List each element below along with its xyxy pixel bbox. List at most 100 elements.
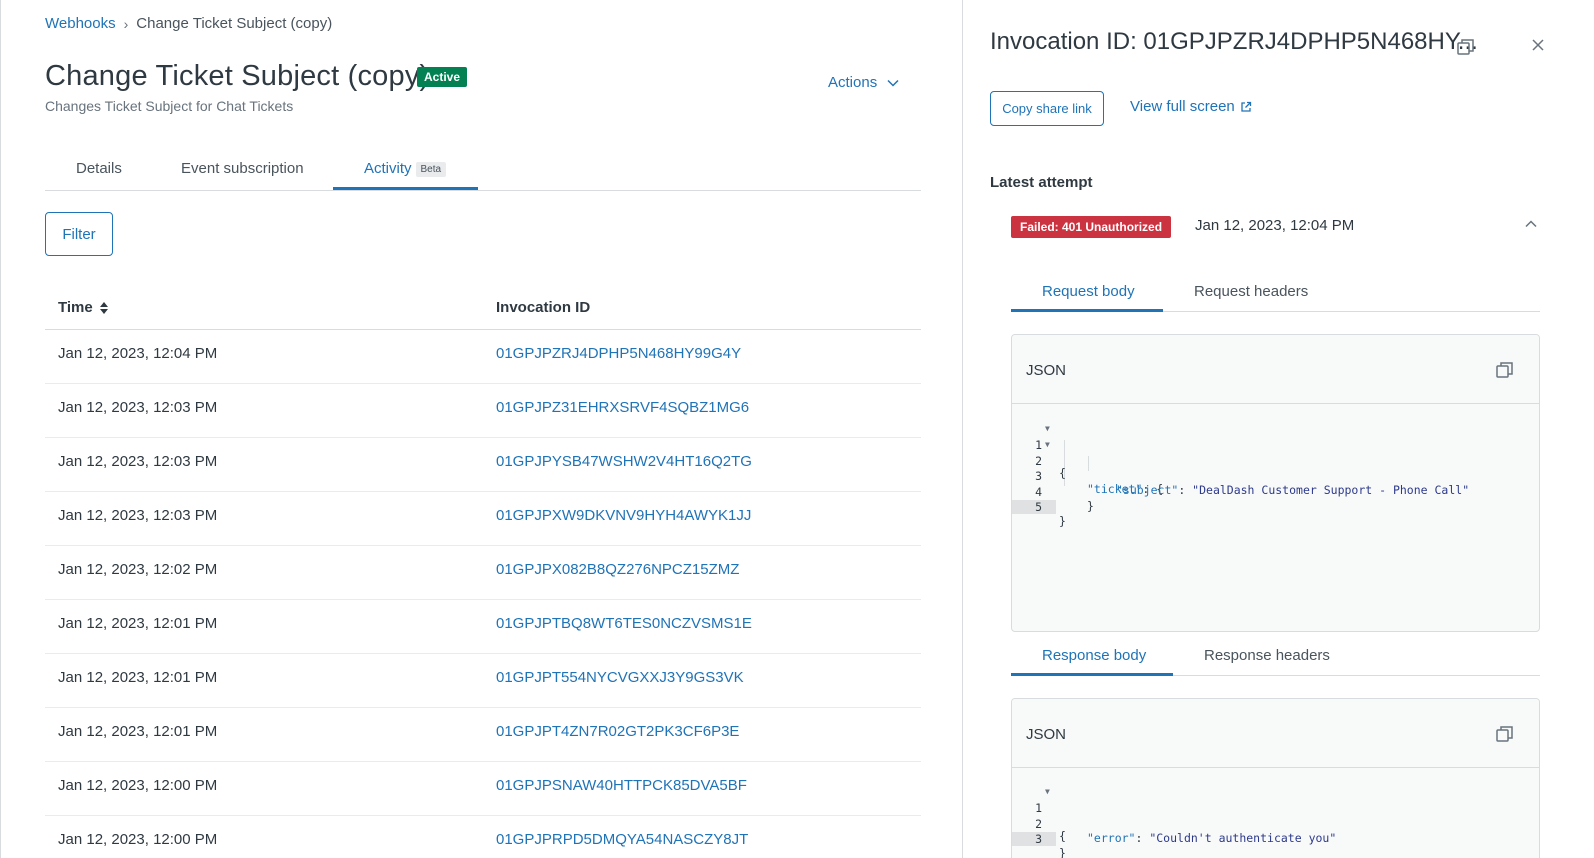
close-icon[interactable] xyxy=(1531,38,1545,52)
external-link-icon xyxy=(1241,101,1251,112)
row-time: Jan 12, 2023, 12:01 PM xyxy=(58,723,218,740)
status-badge: Active xyxy=(417,67,468,87)
row-invocation-link[interactable]: 01GPJPSNAW40HTTPCK85DVA5BF xyxy=(496,777,747,794)
latest-attempt-heading: Latest attempt xyxy=(990,174,1093,191)
table-row[interactable]: Jan 12, 2023, 12:00 PM 01GPJPRPD5DMQYA54N… xyxy=(45,816,921,858)
row-time: Jan 12, 2023, 12:01 PM xyxy=(58,615,218,632)
code-text: } xyxy=(1059,514,1066,528)
page-subtitle: Changes Ticket Subject for Chat Tickets xyxy=(45,98,294,114)
row-invocation-link[interactable]: 01GPJPZRJ4DPHP5N468HY99G4Y xyxy=(496,345,741,362)
tab-response-body[interactable]: Response body xyxy=(1042,647,1146,664)
request-tab-indicator xyxy=(1011,309,1163,312)
row-invocation-link[interactable]: 01GPJPZ31EHRXSRVF4SQBZ1MG6 xyxy=(496,399,749,416)
main-content: Webhooks › Change Ticket Subject (copy) … xyxy=(0,0,962,858)
row-time: Jan 12, 2023, 12:03 PM xyxy=(58,453,218,470)
code-language-label: JSON xyxy=(1026,726,1067,743)
row-time: Jan 12, 2023, 12:00 PM xyxy=(58,831,218,848)
table-row[interactable]: Jan 12, 2023, 12:01 PM 01GPJPT554NYCVGXXJ… xyxy=(45,654,921,708)
row-time: Jan 12, 2023, 12:00 PM xyxy=(58,777,218,794)
request-tab-bar: Request body Request headers xyxy=(1011,272,1540,312)
activity-table: Time Invocation ID Jan 12, 2023, 12:04 P… xyxy=(45,288,921,858)
code-line: 4 } xyxy=(1012,471,1539,513)
table-row[interactable]: Jan 12, 2023, 12:00 PM 01GPJPSNAW40HTTPCK… xyxy=(45,762,921,816)
copy-icon[interactable] xyxy=(1496,725,1514,743)
attempt-status-badge: Failed: 401 Unauthorized xyxy=(1011,216,1172,238)
breadcrumb-separator-icon: › xyxy=(123,15,129,32)
table-row[interactable]: Jan 12, 2023, 12:03 PM 01GPJPYSB47WSHW2V4… xyxy=(45,438,921,492)
tab-details[interactable]: Details xyxy=(76,160,122,177)
tab-request-body[interactable]: Request body xyxy=(1042,283,1135,300)
time-column-header[interactable]: Time xyxy=(58,299,109,316)
chevron-down-icon xyxy=(887,79,899,87)
row-invocation-link[interactable]: 01GPJPT554NYCVGXXJ3Y9GS3VK xyxy=(496,669,744,686)
code-line: 5 } xyxy=(1012,486,1539,528)
sort-icon[interactable] xyxy=(99,301,109,315)
actions-menu-button[interactable]: Actions xyxy=(828,74,899,91)
row-time: Jan 12, 2023, 12:02 PM xyxy=(58,561,218,578)
line-number: 3 xyxy=(1012,832,1056,846)
copy-icon[interactable] xyxy=(1457,38,1475,56)
table-row[interactable]: Jan 12, 2023, 12:01 PM 01GPJPTBQ8WT6TES0N… xyxy=(45,600,921,654)
row-time: Jan 12, 2023, 12:01 PM xyxy=(58,669,218,686)
code-header: JSON xyxy=(1012,699,1539,768)
code-body: 1 ▼ { 2 "error": "Couldn't authenticate … xyxy=(1012,768,1539,858)
page-title: Change Ticket Subject (copy) xyxy=(45,60,430,92)
tab-request-headers[interactable]: Request headers xyxy=(1194,283,1308,300)
view-full-screen-label: View full screen xyxy=(1130,98,1235,115)
copy-icon[interactable] xyxy=(1496,361,1514,379)
tab-event-subscription[interactable]: Event subscription xyxy=(181,160,304,177)
row-invocation-link[interactable]: 01GPJPTBQ8WT6TES0NCZVSMS1E xyxy=(496,615,752,632)
row-time: Jan 12, 2023, 12:03 PM xyxy=(58,399,218,416)
table-row[interactable]: Jan 12, 2023, 12:04 PM 01GPJPZRJ4DPHP5N46… xyxy=(45,330,921,384)
copy-share-link-button[interactable]: Copy share link xyxy=(990,91,1104,126)
breadcrumb: Webhooks › Change Ticket Subject (copy) xyxy=(45,15,332,32)
fold-arrow-icon[interactable]: ▼ xyxy=(1045,440,1050,449)
row-time: Jan 12, 2023, 12:04 PM xyxy=(58,345,218,362)
table-row[interactable]: Jan 12, 2023, 12:03 PM 01GPJPZ31EHRXSRVF4… xyxy=(45,384,921,438)
request-body-viewer: JSON 1 ▼ { 2 ▼ "ticket": { 3 "subject": … xyxy=(1011,334,1540,632)
table-row[interactable]: Jan 12, 2023, 12:01 PM 01GPJPT4ZN7R02GT2P… xyxy=(45,708,921,762)
code-line: 3 "subject": "DealDash Customer Support … xyxy=(1012,455,1539,497)
code-language-label: JSON xyxy=(1026,362,1067,379)
beta-badge: Beta xyxy=(415,161,447,177)
tab-activity[interactable]: Activity Beta xyxy=(364,160,447,177)
chevron-up-icon[interactable] xyxy=(1525,220,1537,228)
tab-bar: Details Event subscription Activity Beta xyxy=(45,150,921,191)
code-line: 3 } xyxy=(1012,818,1539,858)
invocation-title: Invocation ID: 01GPJPZRJ4DPHP5N468HY... xyxy=(990,28,1478,55)
invocation-detail-panel: Invocation ID: 01GPJPZRJ4DPHP5N468HY... … xyxy=(963,0,1594,858)
view-full-screen-link[interactable]: View full screen xyxy=(1130,98,1252,115)
code-line: 2 "error": "Couldn't authenticate you" xyxy=(1012,803,1539,845)
line-number: 5 xyxy=(1012,500,1056,514)
filter-button[interactable]: Filter xyxy=(45,212,113,256)
table-row[interactable]: Jan 12, 2023, 12:03 PM 01GPJPXW9DKVNV9HYH… xyxy=(45,492,921,546)
response-tab-indicator xyxy=(1011,673,1173,676)
tab-activity-label: Activity xyxy=(364,160,412,177)
response-body-viewer: JSON 1 ▼ { 2 "error": "Couldn't authenti… xyxy=(1011,698,1540,858)
time-column-label: Time xyxy=(58,299,93,316)
row-invocation-link[interactable]: 01GPJPX082B8QZ276NPCZ15ZMZ xyxy=(496,561,739,578)
code-header: JSON xyxy=(1012,335,1539,404)
code-line: 2 ▼ "ticket": { xyxy=(1012,440,1539,496)
breadcrumb-current: Change Ticket Subject (copy) xyxy=(136,15,333,32)
table-row[interactable]: Jan 12, 2023, 12:02 PM 01GPJPX082B8QZ276N… xyxy=(45,546,921,600)
row-invocation-link[interactable]: 01GPJPRPD5DMQYA54NASCZY8JT xyxy=(496,831,748,848)
code-line: 1 ▼ { xyxy=(1012,787,1539,843)
fold-arrow-icon[interactable]: ▼ xyxy=(1045,424,1050,433)
response-tab-bar: Response body Response headers xyxy=(1011,636,1540,676)
row-invocation-link[interactable]: 01GPJPXW9DKVNV9HYH4AWYK1JJ xyxy=(496,507,751,524)
row-invocation-link[interactable]: 01GPJPT4ZN7R02GT2PK3CF6P3E xyxy=(496,723,739,740)
tab-response-headers[interactable]: Response headers xyxy=(1204,647,1330,664)
breadcrumb-webhooks-link[interactable]: Webhooks xyxy=(45,15,116,32)
row-time: Jan 12, 2023, 12:03 PM xyxy=(58,507,218,524)
actions-label: Actions xyxy=(828,74,878,91)
code-body: 1 ▼ { 2 ▼ "ticket": { 3 "subject": "Deal… xyxy=(1012,404,1539,528)
active-tab-indicator xyxy=(333,187,478,190)
fold-arrow-icon[interactable]: ▼ xyxy=(1045,787,1050,796)
code-line: 1 ▼ { xyxy=(1012,424,1539,480)
code-text: } xyxy=(1059,846,1066,858)
row-invocation-link[interactable]: 01GPJPYSB47WSHW2V4HT16Q2TG xyxy=(496,453,752,470)
table-header: Time Invocation ID xyxy=(45,288,921,330)
invocation-id-column-header: Invocation ID xyxy=(496,299,591,316)
attempt-time: Jan 12, 2023, 12:04 PM xyxy=(1195,217,1355,234)
